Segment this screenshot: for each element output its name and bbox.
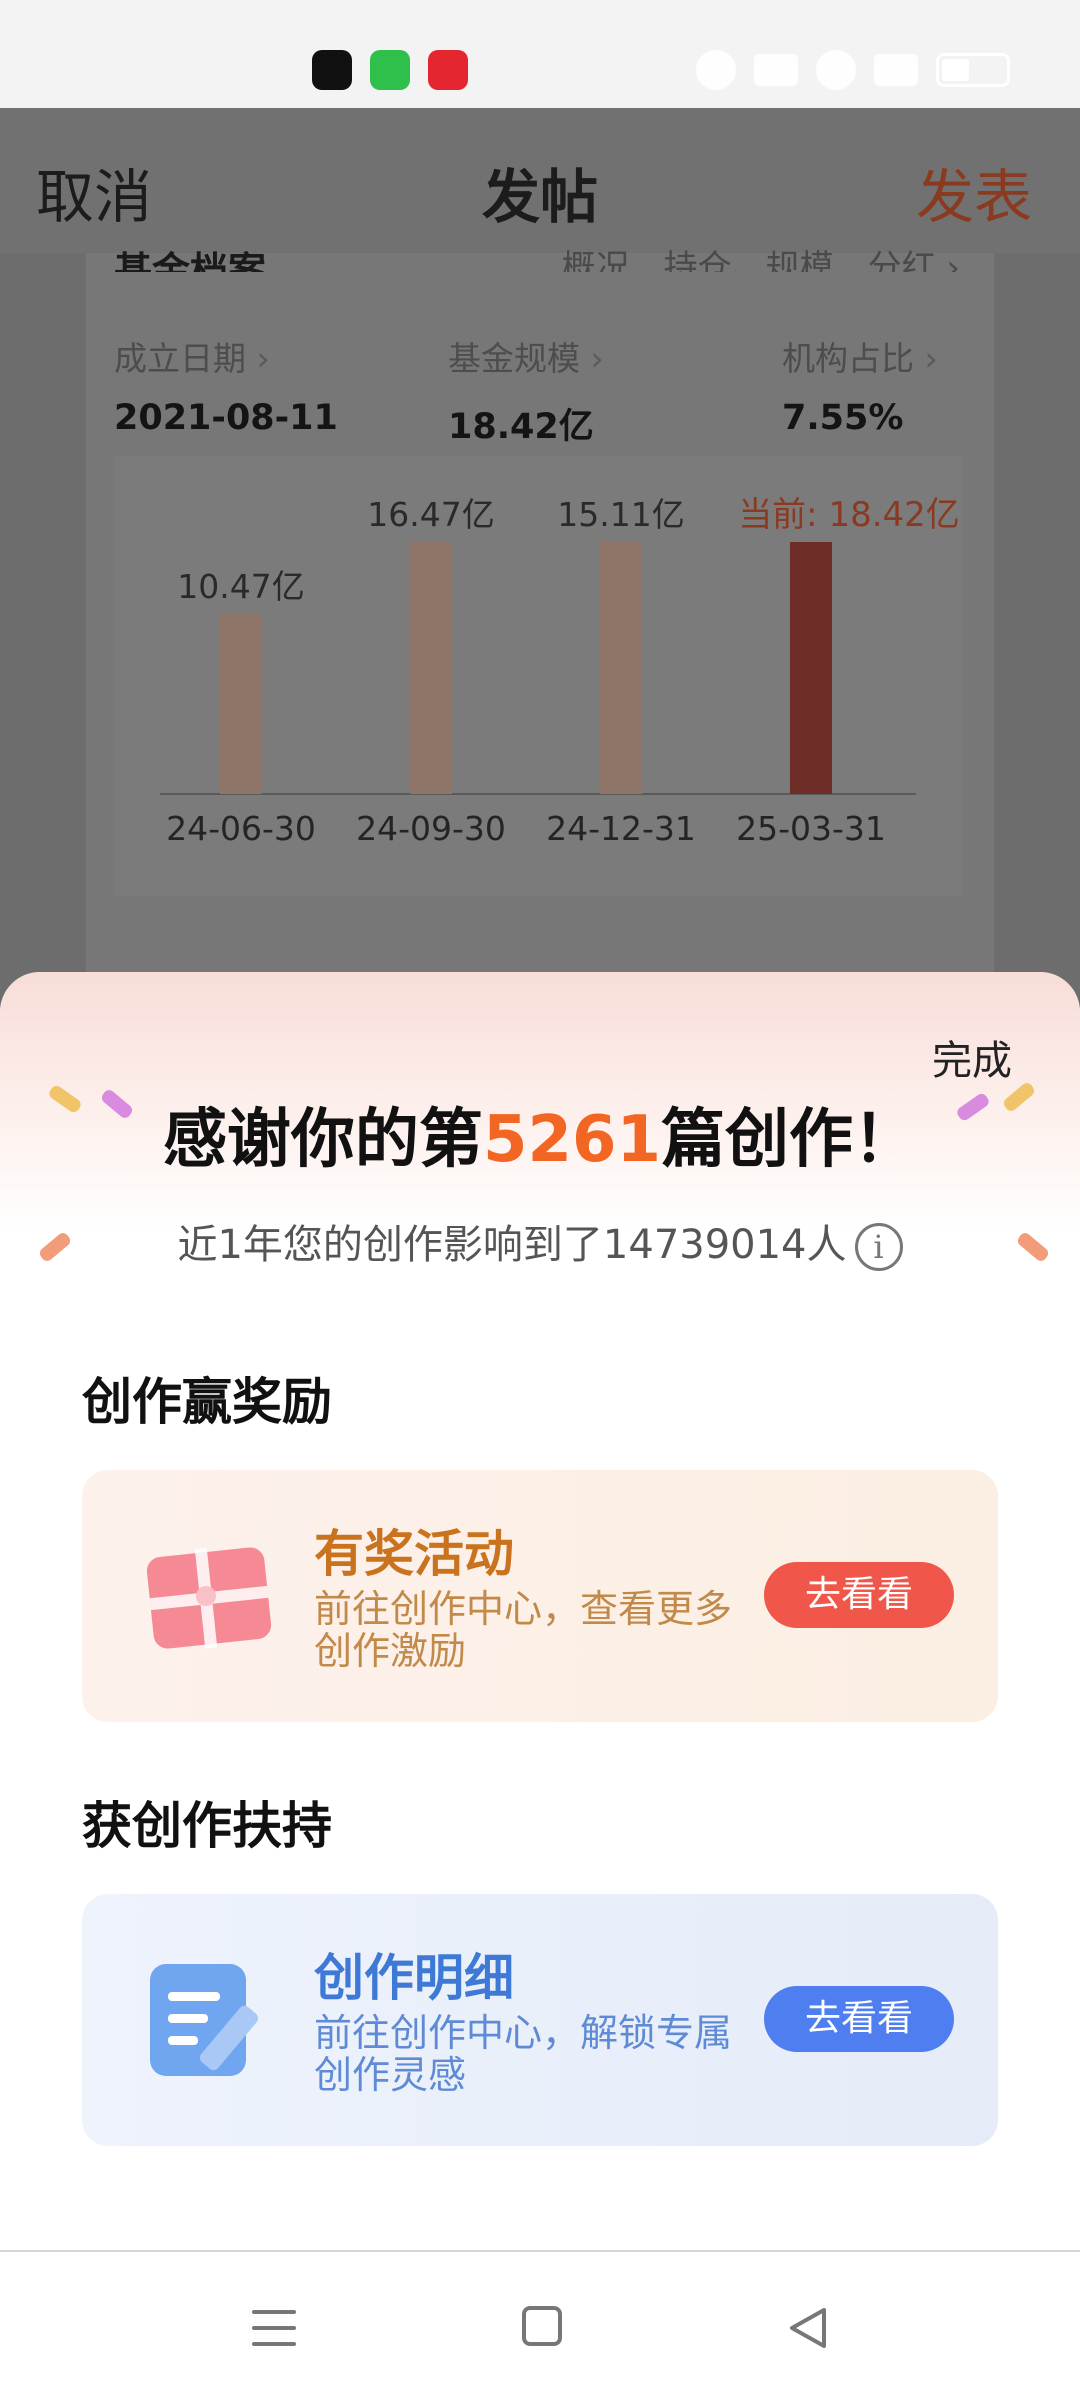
info-icon[interactable]: i <box>854 1223 903 1271</box>
signal-icon <box>874 54 918 86</box>
tiktok-icon <box>312 50 352 90</box>
battery-icon <box>936 53 1010 87</box>
x-tick-label: 24-06-30 <box>166 809 316 848</box>
home-icon[interactable] <box>522 2306 562 2346</box>
stat-institution-ratio[interactable]: 机构占比 7.55% <box>782 332 938 438</box>
red-app-icon <box>428 50 468 90</box>
fund-size-chart: 10.47亿 24-06-30 16.47亿 24-09-30 15.11亿 24-12-… <box>114 456 962 896</box>
chart-bar-24-06-30 <box>220 614 262 794</box>
stat-value: 2021-08-11 <box>114 398 338 438</box>
fund-profile-links[interactable]: 概况、持仓、规模、分红 › <box>562 240 960 272</box>
fund-size-chart-svg: 10.47亿 24-06-30 16.47亿 24-09-30 15.11亿 24-12-… <box>160 495 960 848</box>
section-title-rewards: 创作赢奖励 <box>82 1373 332 1431</box>
gift-card-icon <box>146 1547 272 1649</box>
done-button[interactable]: 完成 <box>932 1028 1012 1086</box>
back-icon[interactable] <box>786 2306 830 2350</box>
chart-data-label: 当前: 18.42亿 <box>738 495 960 535</box>
hd-icon <box>754 54 798 86</box>
stat-value: 18.42亿 <box>448 407 594 447</box>
card-title: 有奖活动 <box>314 1525 514 1583</box>
document-edit-icon <box>150 1964 259 2076</box>
wifi-icon <box>816 50 856 90</box>
green-app-icon <box>370 50 410 90</box>
go-see-button[interactable]: 去看看 <box>764 1986 954 2052</box>
x-tick-label: 25-03-31 <box>736 809 886 848</box>
card-title: 创作明细 <box>314 1949 514 2007</box>
reward-activity-card[interactable]: 有奖活动 前往创作中心，查看更多创作激励 去看看 <box>82 1470 998 1722</box>
creation-detail-card[interactable]: 创作明细 前往创作中心，解锁专属创作灵感 去看看 <box>82 1894 998 2146</box>
alarm-icon <box>696 50 736 90</box>
card-description: 前往创作中心，解锁专属创作灵感 <box>314 2011 733 2097</box>
x-tick-label: 24-09-30 <box>356 809 506 848</box>
card-description: 前往创作中心，查看更多创作激励 <box>314 1587 733 1673</box>
creation-count: 5261 <box>482 1103 662 1177</box>
system-status-icons <box>696 50 1010 90</box>
stat-label: 成立日期 <box>114 332 338 380</box>
chart-data-label: 16.47亿 <box>367 495 494 534</box>
creation-reward-sheet: 完成 感谢你的第5261篇创作！ 近1年您的创作影响到了14739014人 i 创… <box>0 972 1080 2250</box>
impact-line: 近1年您的创作影响到了14739014人 i <box>0 1212 1080 1271</box>
chart-bar-24-09-30 <box>410 542 452 794</box>
go-see-button[interactable]: 去看看 <box>764 1562 954 1628</box>
x-tick-label: 24-12-31 <box>546 809 696 848</box>
stat-inception-date[interactable]: 成立日期 2021-08-11 <box>114 332 338 438</box>
stat-fund-size[interactable]: 基金规模 18.42亿 <box>448 332 604 449</box>
status-time: 18:55 <box>172 44 293 90</box>
stat-value: 7.55% <box>782 398 904 438</box>
thanks-prefix: 感谢你的第 <box>162 1103 483 1177</box>
chart-bar-24-12-31 <box>600 542 642 794</box>
thanks-suffix: 篇创作！ <box>661 1103 918 1177</box>
menu-icon[interactable] <box>252 2310 296 2348</box>
fund-profile-title: 基金档案 <box>114 249 267 272</box>
section-title-support: 获创作扶持 <box>82 1797 332 1855</box>
chart-bar-25-03-31 <box>790 542 832 794</box>
chart-data-label: 10.47亿 <box>177 567 304 606</box>
stat-label: 机构占比 <box>782 332 938 380</box>
chart-data-label: 15.11亿 <box>557 495 684 534</box>
publish-button[interactable]: 发表 <box>916 150 1032 234</box>
stat-label: 基金规模 <box>448 332 604 380</box>
status-bar: 18:55 <box>0 0 1080 108</box>
system-navigation-bar <box>0 2250 1080 2400</box>
impact-text: 近1年您的创作影响到了14739014人 <box>177 1222 847 1268</box>
thanks-headline: 感谢你的第5261篇创作！ <box>0 1088 1080 1180</box>
